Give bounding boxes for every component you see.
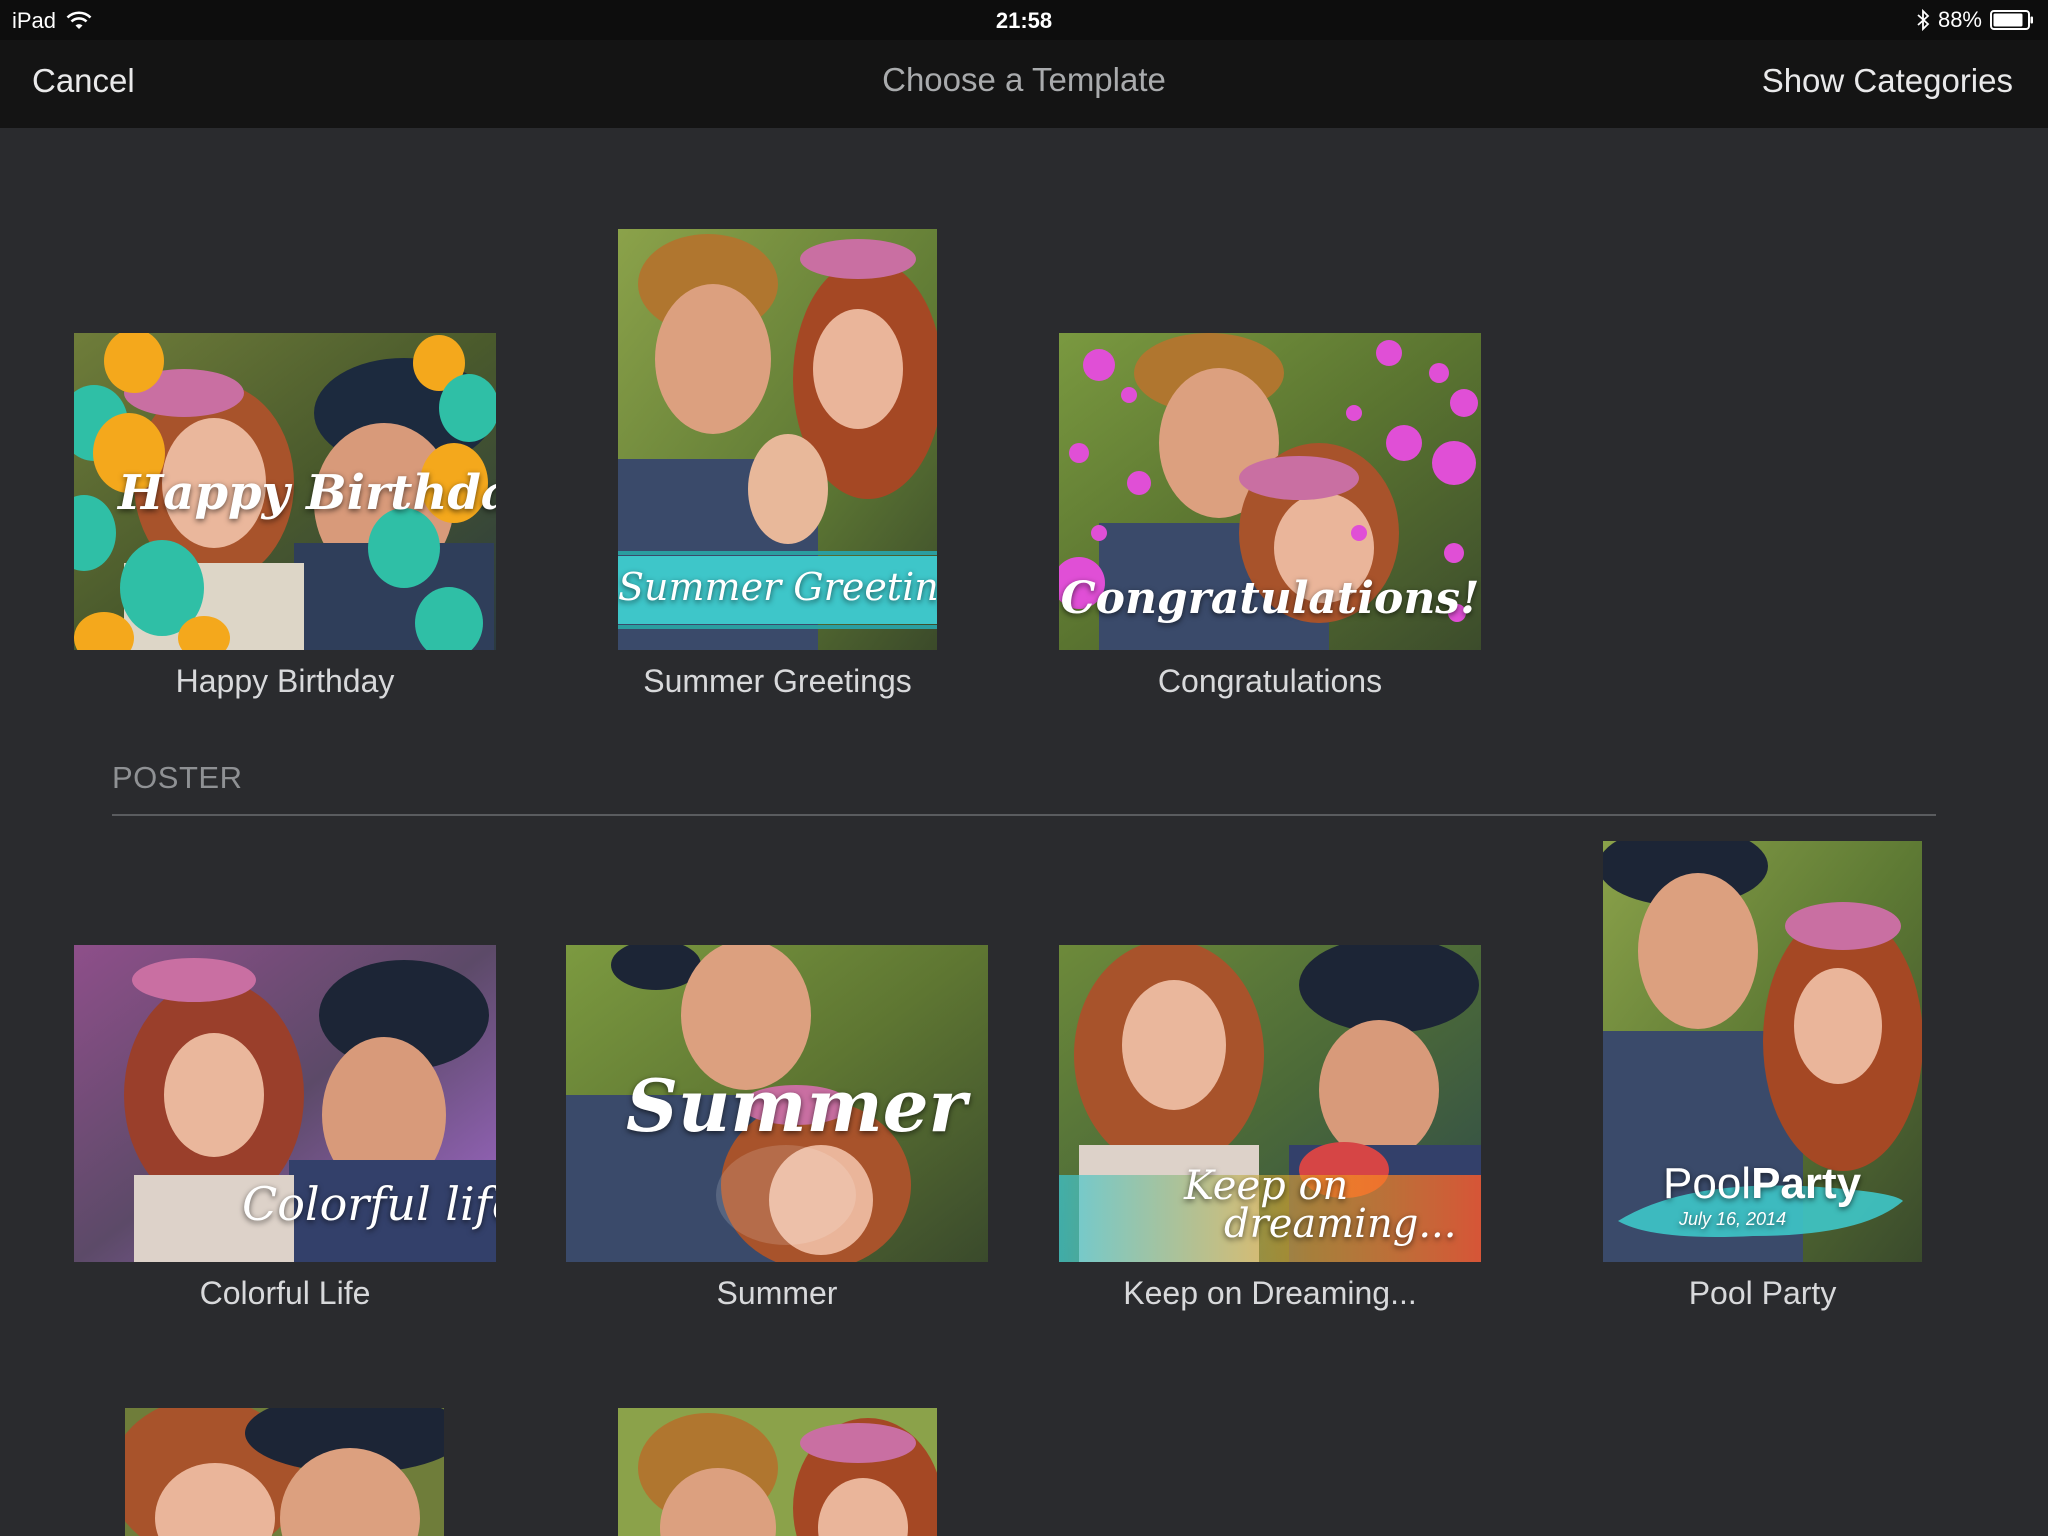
status-time: 21:58: [995, 8, 1053, 33]
template-thumbnail[interactable]: Congratulations!: [1059, 333, 1481, 650]
template-tile-summer-greetings[interactable]: Summer Greetings Summer Greetings: [618, 229, 937, 853]
template-thumbnail[interactable]: Summer Greetings: [618, 229, 937, 650]
template-label: Congratulations: [1157, 663, 1383, 699]
status-right: 88%: [1916, 7, 2034, 33]
bluetooth-icon: [1916, 8, 1930, 32]
nav-bar: Cancel Choose a Template Show Categories: [0, 40, 2048, 128]
template-tile[interactable]: [125, 1408, 444, 1536]
overlay-line-1: Keep on: [1184, 1163, 1349, 1209]
template-label: Keep on Dreaming...: [1123, 1275, 1417, 1311]
template-label: Colorful Life: [199, 1275, 371, 1311]
template-tile-congratulations[interactable]: Congratulations! Congratulations: [1059, 333, 1481, 853]
screen: iPad 21:58 88% Cancel Choose a Template …: [0, 0, 2048, 1536]
thumbnail-overlay-text: Summer: [626, 1063, 967, 1148]
template-tile[interactable]: [618, 1408, 937, 1536]
show-categories-button[interactable]: Show Categories: [1762, 62, 2013, 100]
overlay-pool: Pool: [1663, 1159, 1752, 1208]
template-tile-colorful-life[interactable]: Colorful life Colorful Life: [74, 945, 496, 1445]
template-thumbnail[interactable]: Keep on dreaming...: [1059, 945, 1481, 1262]
template-thumbnail[interactable]: Summer: [566, 945, 988, 1262]
status-bar: iPad 21:58 88%: [0, 0, 2048, 40]
template-thumbnail[interactable]: [125, 1408, 444, 1536]
template-label: Pool Party: [1688, 1275, 1837, 1311]
template-tile-summer[interactable]: Summer Summer: [566, 945, 988, 1445]
template-thumbnail[interactable]: [618, 1408, 937, 1536]
battery-fill: [1993, 13, 2023, 27]
thumbnail-overlay-text: Colorful life: [242, 1177, 496, 1231]
template-label: Happy Birthday: [175, 663, 395, 699]
thumbnail-overlay-text: Happy Birthday!: [118, 465, 496, 521]
template-tile-pool-party[interactable]: PoolParty July 16, 2014 Pool Party: [1603, 841, 1922, 1445]
thumbnail-overlay-text: Keep on dreaming...: [1184, 1163, 1457, 1247]
template-label: Summer: [716, 1275, 838, 1311]
thumbnail-overlay-text: Congratulations!: [1060, 573, 1480, 624]
template-thumbnail[interactable]: Happy Birthday!: [74, 333, 496, 650]
thumbnail-overlay-text: Summer Greetings: [618, 565, 937, 609]
battery-percent: 88%: [1937, 7, 1982, 32]
template-thumbnail[interactable]: Colorful life: [74, 945, 496, 1262]
template-tile-keep-on-dreaming[interactable]: Keep on dreaming... Keep on Dreaming...: [1059, 945, 1481, 1445]
thumbnail-overlay-text: PoolParty: [1663, 1159, 1861, 1209]
section-divider: [112, 814, 1936, 816]
section-header-poster: POSTER: [112, 760, 243, 795]
template-label: Summer Greetings: [643, 663, 912, 699]
template-scroll-view[interactable]: Happy Birthday! Happy Birthday: [0, 128, 2048, 1536]
overlay-party: Party: [1751, 1159, 1862, 1208]
overlay-line-2: dreaming...: [1224, 1201, 1457, 1247]
thumbnail-overlay-date: July 16, 2014: [1679, 1209, 1787, 1229]
battery-icon: [1990, 10, 2034, 30]
nav-title: Choose a Template: [882, 61, 1166, 98]
template-thumbnail[interactable]: PoolParty July 16, 2014: [1603, 841, 1922, 1262]
